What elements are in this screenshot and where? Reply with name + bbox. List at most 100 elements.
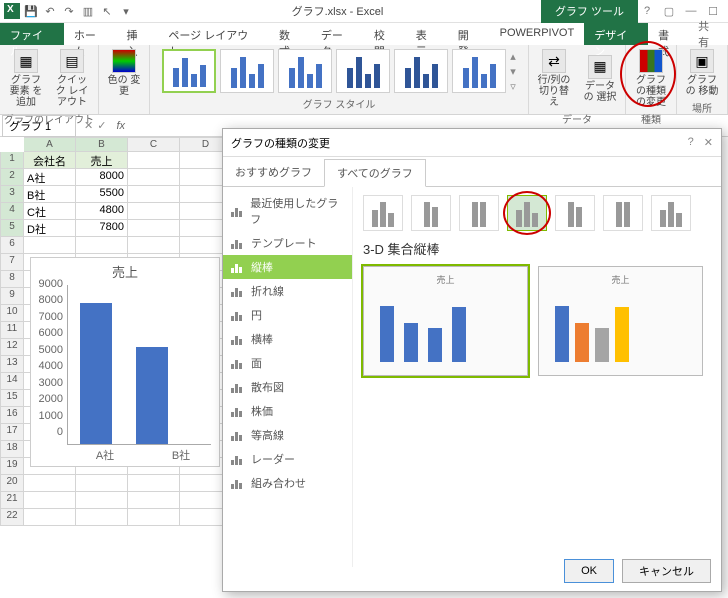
switch-row-col-button[interactable]: ⇄行/列の 切り替え — [533, 47, 575, 110]
chart-category-item[interactable]: 縦棒 — [223, 255, 352, 279]
row-2[interactable]: 2 — [0, 169, 24, 186]
row-16[interactable]: 16 — [0, 407, 24, 424]
cell[interactable] — [128, 203, 180, 220]
subtype-stacked-3d[interactable] — [555, 195, 595, 231]
subtype-stacked-2d[interactable] — [411, 195, 451, 231]
cell[interactable]: 4800 — [76, 203, 128, 220]
tab-recommended[interactable]: おすすめグラフ — [223, 159, 324, 186]
cell[interactable]: A社 — [24, 169, 76, 186]
tab-powerpivot[interactable]: POWERPIVOT — [490, 23, 585, 45]
col-C[interactable]: C — [128, 137, 180, 152]
share-button[interactable]: 共有 — [690, 23, 728, 45]
cell[interactable]: 売上 — [76, 152, 128, 169]
cell[interactable] — [24, 492, 76, 509]
row-22[interactable]: 22 — [0, 509, 24, 526]
cell[interactable] — [128, 237, 180, 254]
cell[interactable] — [24, 509, 76, 526]
chart-category-item[interactable]: 最近使用したグラフ — [223, 191, 352, 231]
cell[interactable]: B社 — [24, 186, 76, 203]
save-icon[interactable]: 💾 — [23, 3, 39, 19]
tab-insert[interactable]: 挿入 — [116, 23, 158, 45]
cell[interactable]: 8000 — [76, 169, 128, 186]
row-8[interactable]: 8 — [0, 271, 24, 288]
tab-design[interactable]: デザイン — [584, 23, 648, 45]
row-20[interactable]: 20 — [0, 475, 24, 492]
row-14[interactable]: 14 — [0, 373, 24, 390]
chart-category-item[interactable]: テンプレート — [223, 231, 352, 255]
undo-icon[interactable]: ↶ — [42, 3, 58, 19]
row-21[interactable]: 21 — [0, 492, 24, 509]
row-18[interactable]: 18 — [0, 441, 24, 458]
chart-style-2[interactable] — [220, 49, 274, 93]
minimize-icon[interactable]: — — [682, 5, 700, 18]
chart-style-1[interactable] — [162, 49, 216, 93]
row-10[interactable]: 10 — [0, 305, 24, 322]
cell[interactable]: C社 — [24, 203, 76, 220]
row-15[interactable]: 15 — [0, 390, 24, 407]
tab-all-charts[interactable]: すべてのグラフ — [324, 159, 426, 187]
chart-preview-2[interactable]: 売上 — [538, 266, 703, 376]
chart-category-item[interactable]: 等高線 — [223, 423, 352, 447]
cell[interactable] — [128, 220, 180, 237]
col-B[interactable]: B — [76, 137, 128, 152]
row-11[interactable]: 11 — [0, 322, 24, 339]
cell[interactable] — [76, 492, 128, 509]
subtype-clustered-2d[interactable] — [363, 195, 403, 231]
ok-button[interactable]: OK — [564, 559, 614, 583]
tab-file[interactable]: ファイル — [0, 23, 64, 45]
cancel-icon[interactable]: ✕ — [84, 119, 93, 132]
row-9[interactable]: 9 — [0, 288, 24, 305]
chart-style-4[interactable] — [336, 49, 390, 93]
cell[interactable]: 7800 — [76, 220, 128, 237]
row-19[interactable]: 19 — [0, 458, 24, 475]
change-colors-button[interactable]: 色の 変更 — [103, 47, 145, 99]
cancel-button[interactable]: キャンセル — [622, 559, 711, 583]
help-icon[interactable]: ? — [638, 5, 656, 18]
chart-style-3[interactable] — [278, 49, 332, 93]
cell[interactable]: D社 — [24, 220, 76, 237]
cell[interactable] — [128, 186, 180, 203]
redo-icon[interactable]: ↷ — [61, 3, 77, 19]
cell[interactable] — [76, 237, 128, 254]
subtype-clustered-3d[interactable] — [507, 195, 547, 231]
chart-category-item[interactable]: 折れ線 — [223, 279, 352, 303]
cell[interactable]: 5500 — [76, 186, 128, 203]
embedded-chart[interactable]: 売上 9000800070006000500040003000200010000… — [30, 257, 220, 467]
row-17[interactable]: 17 — [0, 424, 24, 441]
chart-category-item[interactable]: 散布図 — [223, 375, 352, 399]
enter-icon[interactable]: ✓ — [97, 119, 106, 132]
cell[interactable] — [128, 475, 180, 492]
row-7[interactable]: 7 — [0, 254, 24, 271]
row-4[interactable]: 4 — [0, 203, 24, 220]
cell[interactable] — [128, 152, 180, 169]
tab-view[interactable]: 表示 — [406, 23, 448, 45]
chart-category-item[interactable]: 株価 — [223, 399, 352, 423]
maximize-icon[interactable]: ☐ — [704, 5, 722, 18]
move-chart-button[interactable]: ▣グラフの 移動 — [681, 47, 723, 99]
pointer-icon[interactable]: ↖ — [99, 3, 115, 19]
print-icon[interactable]: ▥ — [80, 3, 96, 19]
subtype-100stacked-2d[interactable] — [459, 195, 499, 231]
tab-dev[interactable]: 開発 — [448, 23, 490, 45]
row-5[interactable]: 5 — [0, 220, 24, 237]
tab-home[interactable]: ホーム — [64, 23, 117, 45]
dialog-close-icon[interactable]: ✕ — [704, 136, 713, 149]
chart-category-item[interactable]: 円 — [223, 303, 352, 327]
cell[interactable] — [76, 509, 128, 526]
tab-pagelayout[interactable]: ページ レイアウト — [158, 23, 269, 45]
chart-style-6[interactable] — [452, 49, 506, 93]
chart-category-item[interactable]: 組み合わせ — [223, 471, 352, 495]
quick-layout-button[interactable]: ▤クイック レイアウト — [51, 47, 93, 110]
cell[interactable] — [128, 169, 180, 186]
cell[interactable] — [128, 492, 180, 509]
cell[interactable] — [24, 475, 76, 492]
qat-more-icon[interactable]: ▾ — [118, 3, 134, 19]
cell[interactable] — [24, 237, 76, 254]
row-13[interactable]: 13 — [0, 356, 24, 373]
row-1[interactable]: 1 — [0, 152, 24, 169]
chart-preview-1[interactable]: 売上 — [363, 266, 528, 376]
name-box[interactable]: グラフ 1 — [2, 115, 76, 137]
chart-category-item[interactable]: 横棒 — [223, 327, 352, 351]
cell[interactable] — [128, 509, 180, 526]
row-6[interactable]: 6 — [0, 237, 24, 254]
